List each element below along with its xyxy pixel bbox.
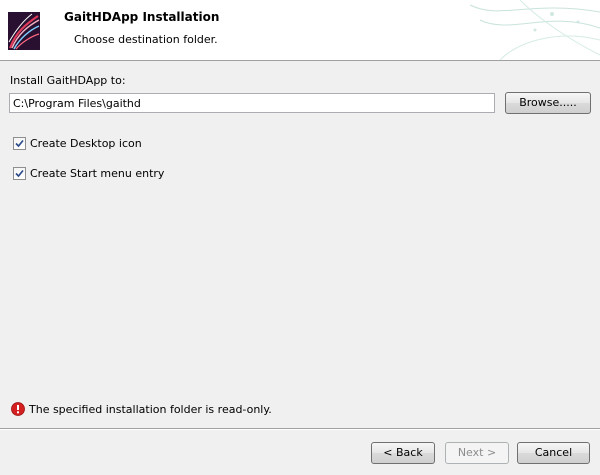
banner-decoration [469, 0, 600, 60]
checkmark-icon [15, 139, 24, 147]
error-message: The specified installation folder is rea… [29, 402, 272, 416]
start-menu-checkbox[interactable] [13, 166, 26, 180]
installer-title: GaitHDApp Installation [64, 10, 220, 24]
error-icon [11, 402, 25, 416]
cancel-button[interactable]: Cancel [517, 442, 590, 464]
next-button[interactable]: Next > [445, 442, 509, 464]
footer-separator [0, 428, 600, 430]
start-menu-option[interactable]: Create Start menu entry [13, 165, 164, 181]
app-logo-icon [8, 12, 40, 50]
installer-subtitle: Choose destination folder. [74, 33, 218, 46]
error-message-row: The specified installation folder is rea… [11, 401, 272, 417]
desktop-icon-label: Create Desktop icon [30, 136, 142, 150]
desktop-icon-option[interactable]: Create Desktop icon [13, 135, 142, 151]
browse-button[interactable]: Browse..... [505, 92, 591, 114]
install-path-input[interactable] [9, 93, 495, 113]
install-location-label: Install GaitHDApp to: [10, 74, 126, 87]
desktop-icon-checkbox[interactable] [13, 136, 26, 150]
checkmark-icon [15, 169, 24, 177]
back-button[interactable]: < Back [371, 442, 435, 464]
header-banner: GaitHDApp Installation Choose destinatio… [0, 0, 600, 61]
start-menu-label: Create Start menu entry [30, 166, 165, 180]
